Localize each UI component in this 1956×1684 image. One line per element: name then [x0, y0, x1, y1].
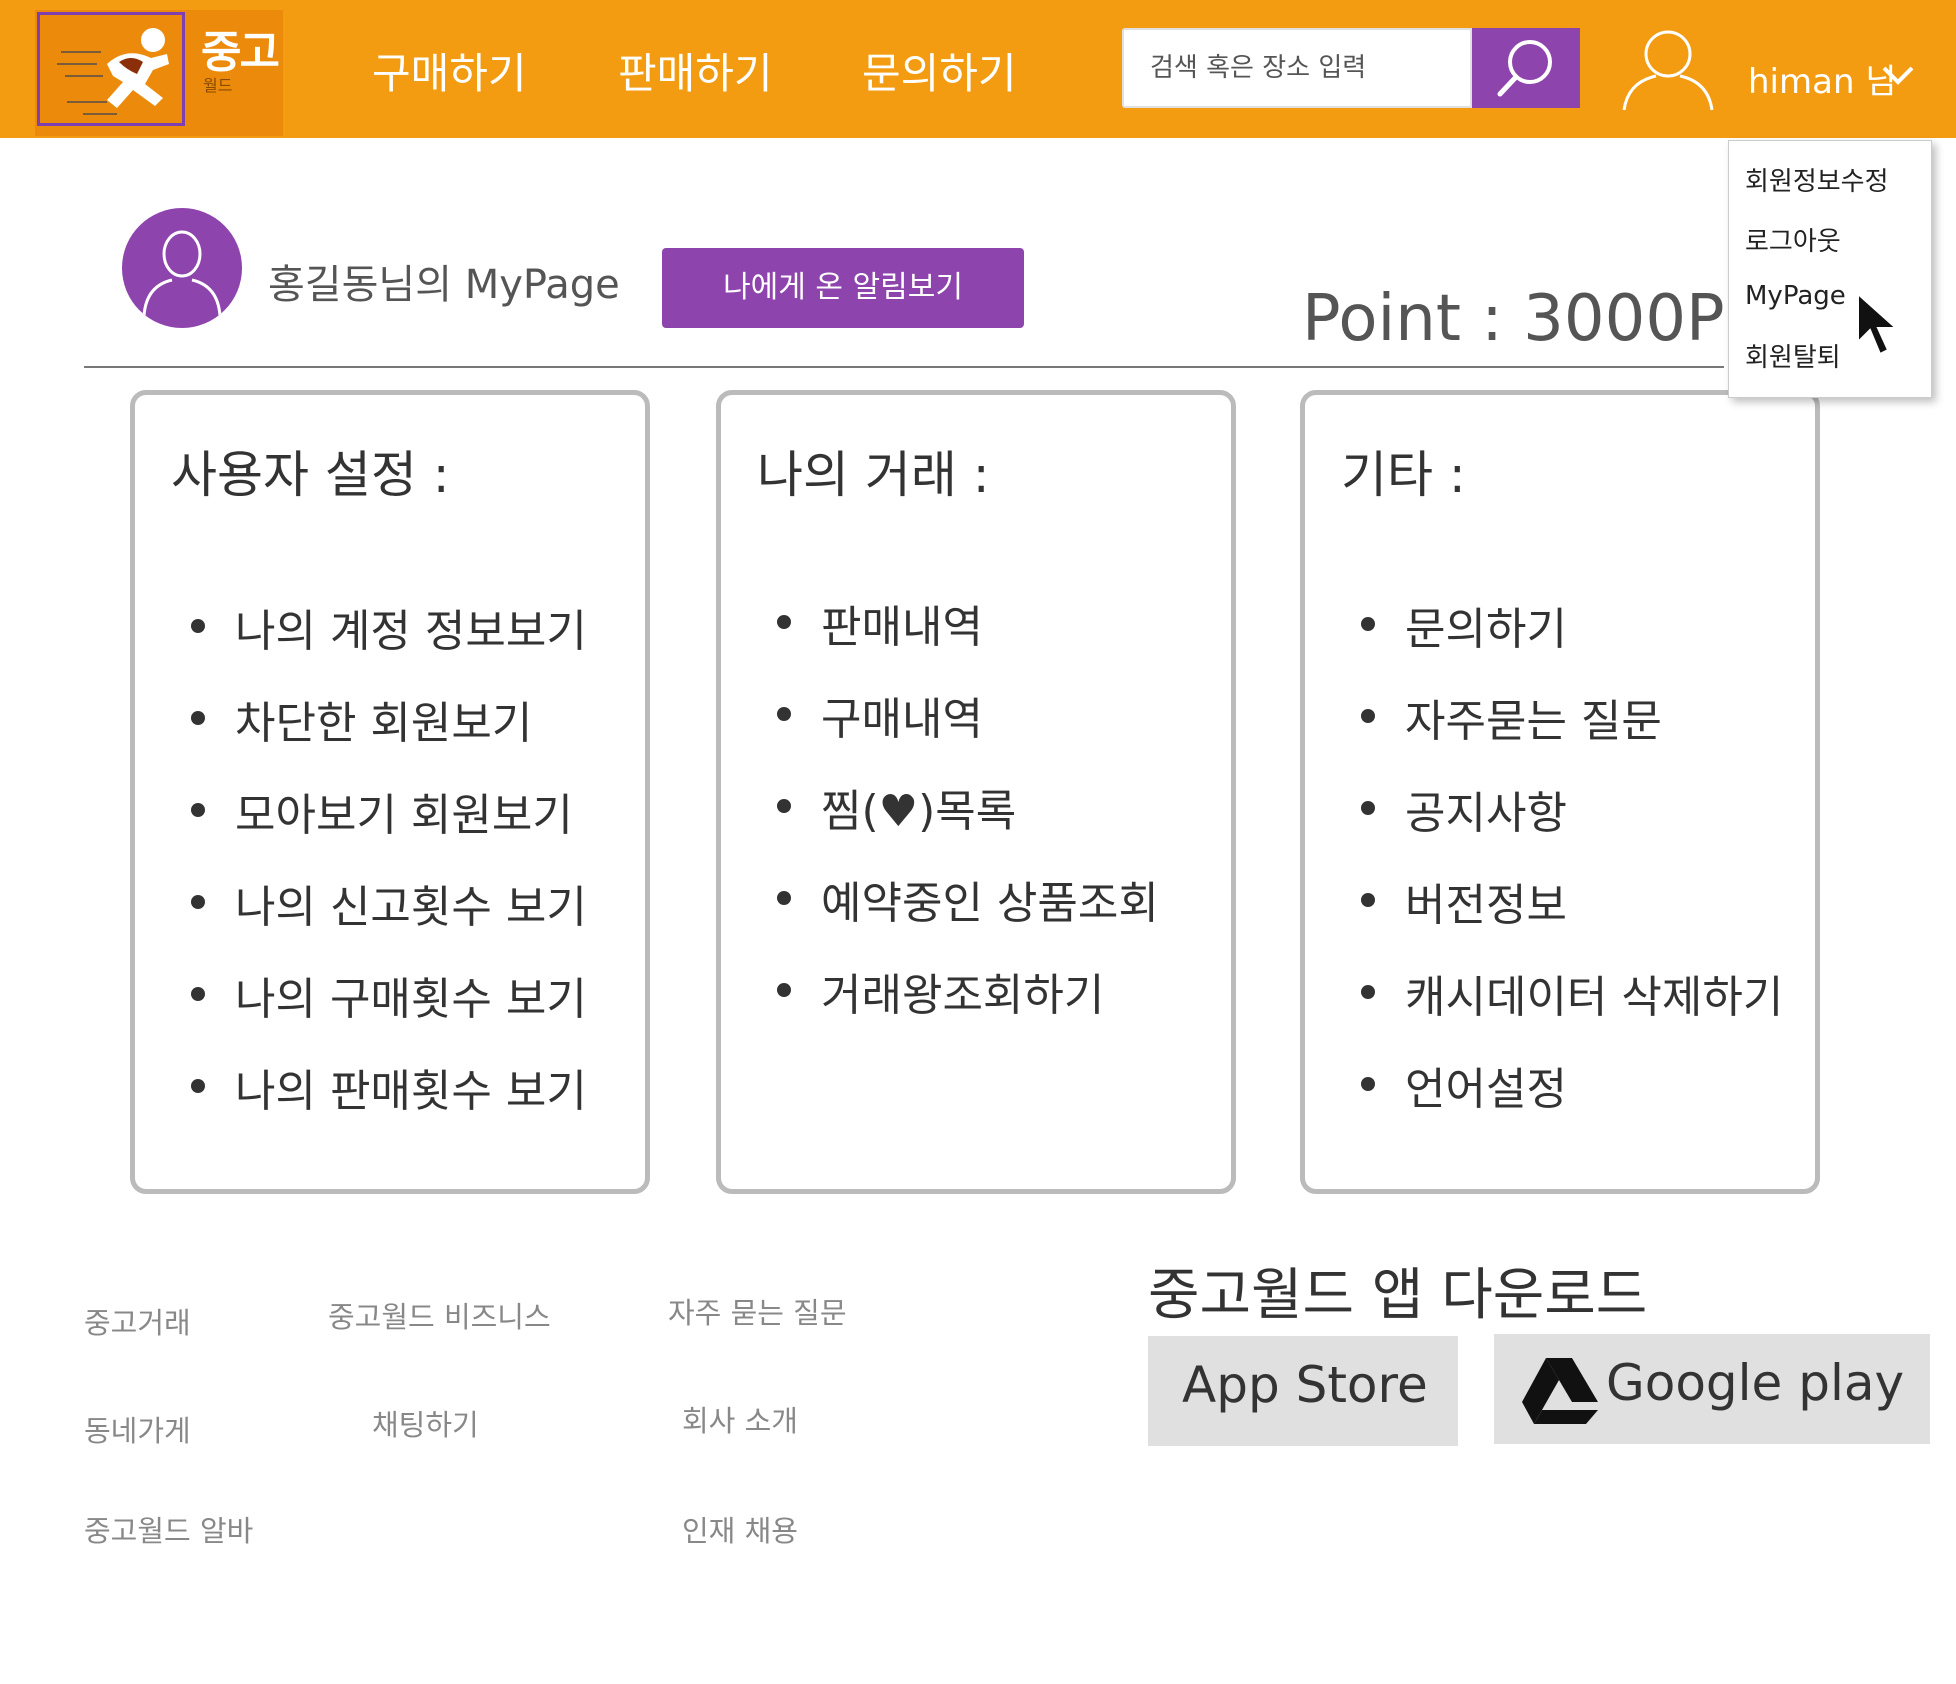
list-item-version-info[interactable]: 버전정보: [1361, 869, 1783, 961]
divider: [84, 366, 1724, 368]
list-item-sales-history[interactable]: 판매내역: [777, 591, 1159, 683]
google-drive-icon: [1522, 1358, 1598, 1424]
logo-subtext: 월드: [203, 76, 233, 95]
list-item-wishlist[interactable]: 찜(♥)목록: [777, 775, 1159, 867]
user-settings-list: 나의 계정 정보보기 차단한 회원보기 모아보기 회원보기 나의 신고횟수 보기…: [191, 595, 587, 1147]
app-download-title: 중고월드 앱 다운로드: [1148, 1263, 1648, 1328]
google-play-label: Google play: [1606, 1354, 1905, 1412]
etc-list: 문의하기 자주묻는 질문 공지사항 버전정보 캐시데이터 삭제하기 언어설정: [1361, 593, 1783, 1145]
user-icon[interactable]: [1618, 24, 1718, 114]
list-item-followed-members[interactable]: 모아보기 회원보기: [191, 779, 587, 871]
search-button[interactable]: [1472, 28, 1580, 108]
footer-link-faq[interactable]: 자주 묻는 질문: [668, 1290, 847, 1332]
nav-sell[interactable]: 판매하기: [618, 40, 773, 101]
user-settings-panel: 사용자 설정 : 나의 계정 정보보기 차단한 회원보기 모아보기 회원보기 나…: [130, 390, 650, 1194]
google-play-button[interactable]: Google play: [1494, 1334, 1930, 1444]
list-item-top-traders[interactable]: 거래왕조회하기: [777, 959, 1159, 1051]
runner-logo-icon: [57, 28, 169, 115]
list-item-purchase-count[interactable]: 나의 구매횟수 보기: [191, 963, 587, 1055]
list-item-purchase-history[interactable]: 구매내역: [777, 683, 1159, 775]
search-icon: [1497, 40, 1552, 97]
my-trades-list: 판매내역 구매내역 찜(♥)목록 예약중인 상품조회 거래왕조회하기: [777, 591, 1159, 1051]
footer-link-local-stores[interactable]: 동네가게: [84, 1408, 191, 1450]
list-item-language-settings[interactable]: 언어설정: [1361, 1053, 1783, 1145]
user-avatar-icon: [142, 230, 222, 317]
footer-link-chat[interactable]: 채팅하기: [372, 1402, 479, 1444]
menu-item-logout[interactable]: 로그아웃: [1745, 221, 1841, 258]
app-store-label: App Store: [1182, 1356, 1428, 1414]
view-notifications-button[interactable]: 나에게 온 알림보기: [662, 248, 1024, 328]
username-label[interactable]: himan 님: [1748, 54, 1897, 103]
page-title: 홍길동님의 MyPage: [268, 262, 620, 308]
panel-title: 나의 거래 :: [757, 446, 990, 504]
header-bar: 중고 월드 구매하기 판매하기 문의하기 himan 님: [0, 0, 1956, 138]
logo-text: 중고: [201, 27, 280, 78]
list-item-reserved-items[interactable]: 예약중인 상품조회: [777, 867, 1159, 959]
footer-link-business[interactable]: 중고월드 비즈니스: [328, 1294, 551, 1336]
list-item-notices[interactable]: 공지사항: [1361, 777, 1783, 869]
panel-title: 기타 :: [1341, 446, 1466, 504]
list-item-inquiry[interactable]: 문의하기: [1361, 593, 1783, 685]
list-item-account-info[interactable]: 나의 계정 정보보기: [191, 595, 587, 687]
chevron-down-icon[interactable]: [1880, 64, 1916, 88]
search-input[interactable]: [1124, 30, 1470, 106]
footer-link-about[interactable]: 회사 소개: [682, 1398, 798, 1440]
list-item-clear-cache[interactable]: 캐시데이터 삭제하기: [1361, 961, 1783, 1053]
point-balance: Point : 3000P: [1302, 282, 1725, 356]
user-dropdown-menu: 회원정보수정 로그아웃 MyPage 회원탈퇴: [1728, 140, 1932, 398]
menu-item-mypage[interactable]: MyPage: [1745, 281, 1846, 311]
list-item-blocked-members[interactable]: 차단한 회원보기: [191, 687, 587, 779]
list-item-sale-count[interactable]: 나의 판매횟수 보기: [191, 1055, 587, 1147]
mouse-cursor-icon: [1857, 292, 1899, 356]
footer-link-used-trade[interactable]: 중고거래: [84, 1300, 191, 1342]
footer-link-careers[interactable]: 인재 채용: [682, 1508, 798, 1550]
list-item-report-count[interactable]: 나의 신고횟수 보기: [191, 871, 587, 963]
list-item-faq[interactable]: 자주묻는 질문: [1361, 685, 1783, 777]
menu-item-withdraw[interactable]: 회원탈퇴: [1745, 337, 1841, 374]
logo[interactable]: 중고 월드: [35, 10, 283, 136]
search-field: [1122, 28, 1472, 108]
footer-link-part-time[interactable]: 중고월드 알바: [84, 1508, 253, 1550]
avatar[interactable]: [122, 208, 242, 328]
nav-buy[interactable]: 구매하기: [372, 40, 527, 101]
panel-title: 사용자 설정 :: [171, 446, 450, 504]
app-store-button[interactable]: App Store: [1148, 1336, 1458, 1446]
etc-panel: 기타 : 문의하기 자주묻는 질문 공지사항 버전정보 캐시데이터 삭제하기 언…: [1300, 390, 1820, 1194]
menu-item-edit-profile[interactable]: 회원정보수정: [1745, 161, 1889, 198]
nav-inquiry[interactable]: 문의하기: [862, 40, 1017, 101]
my-trades-panel: 나의 거래 : 판매내역 구매내역 찜(♥)목록 예약중인 상품조회 거래왕조회…: [716, 390, 1236, 1194]
